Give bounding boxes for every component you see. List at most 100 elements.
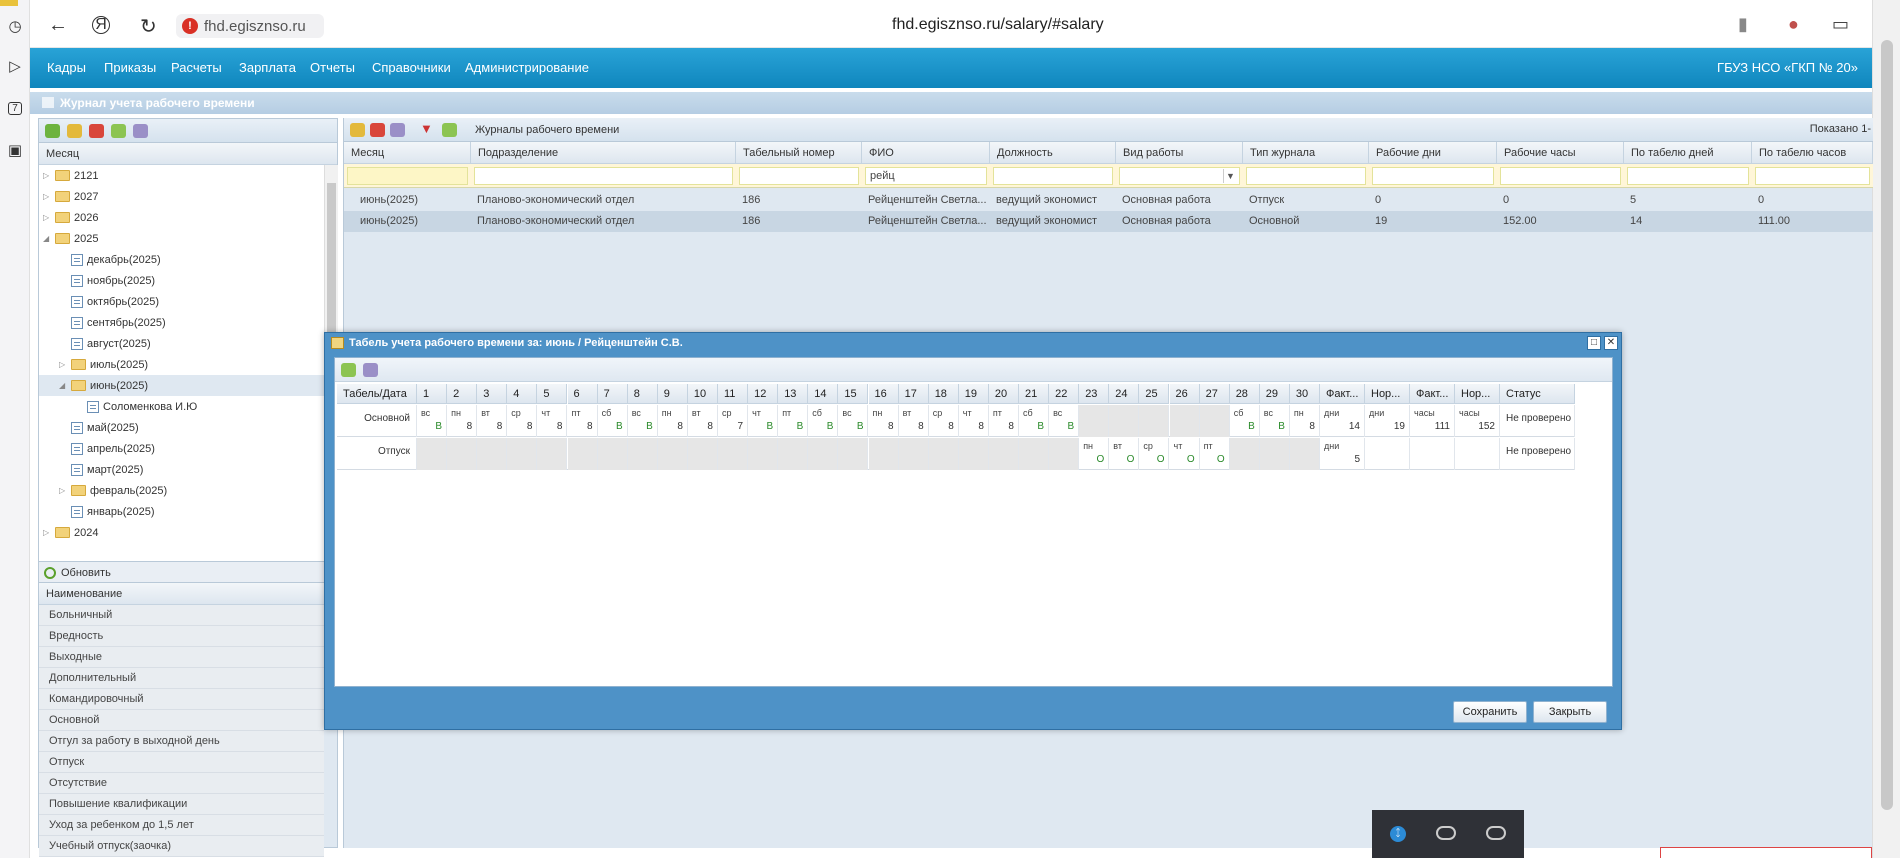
- timesheet-header-cell[interactable]: 2: [447, 384, 478, 404]
- grid-column-header[interactable]: ФИО: [862, 142, 990, 164]
- extensions-icon[interactable]: ▭: [1832, 14, 1849, 35]
- timesheet-header-cell[interactable]: Статус: [1500, 384, 1575, 404]
- timesheet-header-cell[interactable]: 1: [417, 384, 448, 404]
- refresh-button[interactable]: Обновить: [39, 561, 338, 583]
- timesheet-day-cell[interactable]: [1049, 438, 1080, 470]
- filter-input[interactable]: [1500, 167, 1621, 185]
- collapsed-arrow-icon[interactable]: ▷: [43, 213, 53, 222]
- timesheet-day-cell[interactable]: [507, 438, 538, 470]
- journal-type-item[interactable]: Вредность: [39, 626, 324, 647]
- tree-node[interactable]: декабрь(2025): [39, 249, 324, 270]
- filter-input[interactable]: [1246, 167, 1366, 185]
- journal-type-item[interactable]: Учебный отпуск(заочка): [39, 836, 324, 857]
- tree-scroll-thumb[interactable]: [327, 183, 336, 333]
- timesheet-header-cell[interactable]: 21: [1019, 384, 1050, 404]
- timesheet-header-cell[interactable]: 10: [687, 384, 718, 404]
- add-icon[interactable]: [45, 124, 60, 138]
- timesheet-day-cell[interactable]: [1139, 405, 1170, 437]
- settings-menu-icon[interactable]: [390, 123, 405, 137]
- grid-row[interactable]: июнь(2025) Планово-экономический отдел 186…: [344, 211, 1873, 232]
- timesheet-day-cell[interactable]: [1199, 405, 1230, 437]
- bluetooth-icon[interactable]: ᛨ: [1390, 826, 1406, 842]
- tree-node[interactable]: ▷ июль(2025): [39, 354, 324, 375]
- grid-column-header[interactable]: По табелю часов: [1752, 142, 1873, 164]
- timesheet-header-cell[interactable]: 8: [627, 384, 658, 404]
- timesheet-header-cell[interactable]: 15: [838, 384, 869, 404]
- filter-input[interactable]: [474, 167, 733, 185]
- filter-input[interactable]: [1372, 167, 1494, 185]
- timesheet-header-cell[interactable]: 29: [1259, 384, 1290, 404]
- filter-input[interactable]: рейц: [865, 167, 987, 185]
- timesheet-day-cell[interactable]: [928, 438, 959, 470]
- journal-type-item[interactable]: Больничный: [39, 605, 324, 626]
- timesheet-day-cell[interactable]: пт В: [778, 405, 809, 437]
- timesheet-day-cell[interactable]: ср 8: [507, 405, 538, 437]
- timesheet-day-cell[interactable]: пт 8: [568, 405, 598, 437]
- tree-node[interactable]: апрель(2025): [39, 438, 324, 459]
- timesheet-day-cell[interactable]: [687, 438, 718, 470]
- journal-type-item[interactable]: Повышение квалификации: [39, 794, 324, 815]
- timesheet-header-cell[interactable]: 9: [657, 384, 688, 404]
- timesheet-day-cell[interactable]: [447, 438, 478, 470]
- tree-node[interactable]: ноябрь(2025): [39, 270, 324, 291]
- journal-type-item[interactable]: Командировочный: [39, 689, 324, 710]
- delete-icon[interactable]: [89, 124, 104, 138]
- edit-icon[interactable]: [67, 124, 82, 138]
- timesheet-header-cell[interactable]: 14: [808, 384, 839, 404]
- journal-type-item[interactable]: Отпуск: [39, 752, 324, 773]
- grid-column-header[interactable]: Табельный номер: [736, 142, 862, 164]
- filter-input[interactable]: ▼: [1119, 167, 1240, 185]
- timesheet-day-cell[interactable]: [1259, 438, 1290, 470]
- timesheet-day-cell[interactable]: чт О: [1170, 438, 1200, 470]
- cloud-off-icon[interactable]: [1436, 826, 1456, 840]
- timesheet-day-cell[interactable]: пн 8: [658, 405, 688, 437]
- timesheet-day-cell[interactable]: [778, 438, 809, 470]
- timesheet-header-cell[interactable]: 5: [537, 384, 568, 404]
- timesheet-day-cell[interactable]: сб В: [1230, 405, 1260, 437]
- timesheet-day-cell[interactable]: [597, 438, 628, 470]
- types-column-header[interactable]: Наименование: [39, 583, 338, 605]
- timesheet-day-cell[interactable]: [657, 438, 688, 470]
- collapsed-arrow-icon[interactable]: ▷: [43, 192, 53, 201]
- scroll-thumb[interactable]: [1881, 40, 1893, 810]
- timesheet-header-cell[interactable]: Нор...: [1365, 384, 1410, 404]
- timesheet-day-cell[interactable]: вс В: [1049, 405, 1080, 437]
- timesheet-day-cell[interactable]: [477, 438, 508, 470]
- timesheet-header-cell[interactable]: 3: [477, 384, 508, 404]
- menu-administrirovanie[interactable]: Администрирование: [465, 60, 589, 75]
- menu-zarplata[interactable]: Зарплата: [239, 60, 296, 75]
- history-icon[interactable]: ◷: [5, 16, 25, 36]
- grid-column-header[interactable]: Вид работы: [1116, 142, 1243, 164]
- timesheet-day-cell[interactable]: [958, 438, 989, 470]
- timesheet-header-cell[interactable]: 18: [928, 384, 959, 404]
- timesheet-day-cell[interactable]: ср О: [1139, 438, 1170, 470]
- timesheet-day-cell[interactable]: чт В: [748, 405, 779, 437]
- grid-column-header[interactable]: По табелю дней: [1624, 142, 1752, 164]
- collapsed-arrow-icon[interactable]: ▷: [43, 528, 53, 537]
- filter-input[interactable]: [1627, 167, 1749, 185]
- timesheet-day-cell[interactable]: вт О: [1109, 438, 1140, 470]
- timesheet-header-cell[interactable]: 20: [988, 384, 1019, 404]
- clear-filter-icon[interactable]: ▼: [420, 121, 435, 136]
- dialog-title-bar[interactable]: Табель учета рабочего времени за: июнь /…: [325, 333, 1623, 353]
- menu-prikazy[interactable]: Приказы: [104, 60, 156, 75]
- timesheet-header-cell[interactable]: 4: [507, 384, 538, 404]
- calendar-icon[interactable]: 7: [5, 98, 25, 118]
- camera-icon[interactable]: ▣: [5, 140, 25, 160]
- collapsed-arrow-icon[interactable]: ▷: [59, 360, 69, 369]
- timesheet-header-cell[interactable]: 26: [1169, 384, 1200, 404]
- bookmark-icon[interactable]: ▮: [1738, 14, 1748, 35]
- timesheet-day-cell[interactable]: вт 8: [899, 405, 929, 437]
- filter-input[interactable]: [347, 167, 468, 185]
- timesheet-header-cell[interactable]: Факт...: [1320, 384, 1365, 404]
- yandex-icon[interactable]: Я: [92, 16, 110, 34]
- cloud-off-icon[interactable]: [1486, 826, 1506, 840]
- timesheet-day-cell[interactable]: [1079, 405, 1110, 437]
- timesheet-day-cell[interactable]: [1109, 405, 1140, 437]
- timesheet-day-cell[interactable]: [898, 438, 929, 470]
- timesheet-header-cell[interactable]: 6: [567, 384, 598, 404]
- timesheet-day-cell[interactable]: пн О: [1079, 438, 1110, 470]
- tree-node[interactable]: ◢ июнь(2025): [39, 375, 324, 396]
- timesheet-day-cell[interactable]: [627, 438, 658, 470]
- grid-row[interactable]: июнь(2025) Планово-экономический отдел 186…: [344, 190, 1873, 211]
